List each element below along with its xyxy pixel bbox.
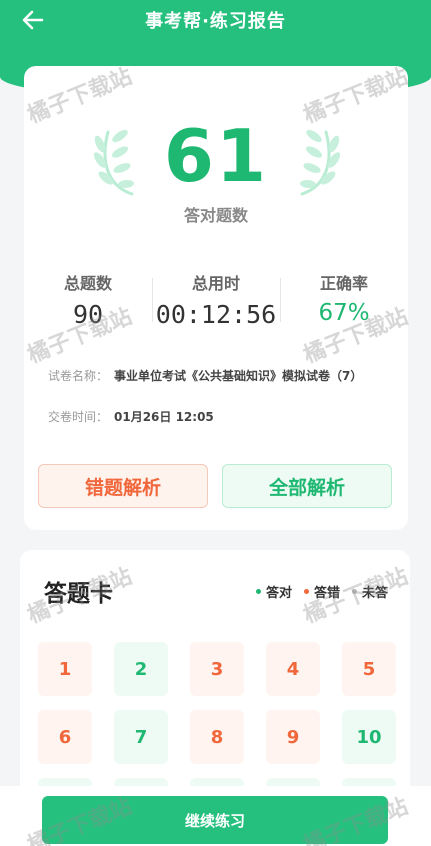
- paper-name: 事业单位考试《公共基础知识》模拟试卷（7）: [114, 369, 363, 383]
- stat-total-time: 总用时 00:12:56: [152, 266, 280, 336]
- answer-sheet-title: 答题卡: [44, 581, 113, 607]
- correct-count: 61: [163, 114, 269, 198]
- stat-label: 正确率: [319, 274, 368, 293]
- legend-label: 答错: [313, 586, 340, 601]
- continue-practice-button[interactable]: 继续练习: [42, 796, 388, 844]
- back-button[interactable]: [18, 6, 48, 34]
- legend-correct: 答对: [255, 582, 292, 601]
- correct-count-label: 答对题数: [183, 206, 248, 225]
- question-cell[interactable]: 10: [342, 710, 396, 764]
- stat-accuracy: 正确率 67%: [280, 266, 408, 336]
- legend-wrong: 答错: [303, 582, 340, 601]
- stats-row: 总题数 90 总用时 00:12:56 正确率 67%: [24, 266, 408, 336]
- green-dot-icon: [255, 589, 261, 594]
- stat-total-questions: 总题数 90: [24, 266, 152, 336]
- orange-dot-icon: [303, 589, 309, 594]
- top-bar: 事考帮·练习报告: [0, 0, 431, 40]
- submit-time: 01月26日 12:05: [114, 410, 214, 424]
- question-cell[interactable]: 5: [342, 642, 396, 696]
- question-cell[interactable]: 8: [190, 710, 244, 764]
- paper-name-label: 试卷名称：: [48, 369, 109, 383]
- legend-label: 未答: [361, 586, 388, 601]
- question-cell[interactable]: 9: [266, 710, 320, 764]
- legend: 答对 答错 未答: [255, 582, 388, 601]
- stat-value: 90: [72, 300, 104, 329]
- legend-unanswered: 未答: [351, 582, 388, 601]
- page-title: 事考帮·练习报告: [145, 11, 286, 32]
- question-cell[interactable]: 2: [114, 642, 168, 696]
- wrong-analysis-button[interactable]: 错题解析: [38, 464, 208, 508]
- submit-time-label: 交卷时间：: [48, 410, 109, 424]
- bottom-bar: 继续练习: [0, 786, 431, 846]
- stat-value: 00:12:56: [155, 300, 277, 329]
- gray-dot-icon: [351, 589, 357, 594]
- arrow-left-icon: [22, 10, 44, 30]
- result-card: 61 答对题数 总题数 90 总用时 00:12:56 正确率 67% 试卷名称…: [24, 66, 408, 530]
- stat-label: 总题数: [63, 274, 112, 293]
- question-cell[interactable]: 4: [266, 642, 320, 696]
- legend-label: 答对: [265, 586, 292, 601]
- question-cell[interactable]: 3: [190, 642, 244, 696]
- question-cell[interactable]: 6: [38, 710, 92, 764]
- stat-value: 67%: [318, 300, 370, 326]
- question-cell[interactable]: 1: [38, 642, 92, 696]
- submit-time-row: 交卷时间： 01月26日 12:05: [48, 409, 388, 426]
- all-analysis-button[interactable]: 全部解析: [222, 464, 392, 508]
- paper-name-row: 试卷名称： 事业单位考试《公共基础知识》模拟试卷（7）: [48, 368, 388, 385]
- stat-label: 总用时: [191, 274, 240, 293]
- question-cell[interactable]: 7: [114, 710, 168, 764]
